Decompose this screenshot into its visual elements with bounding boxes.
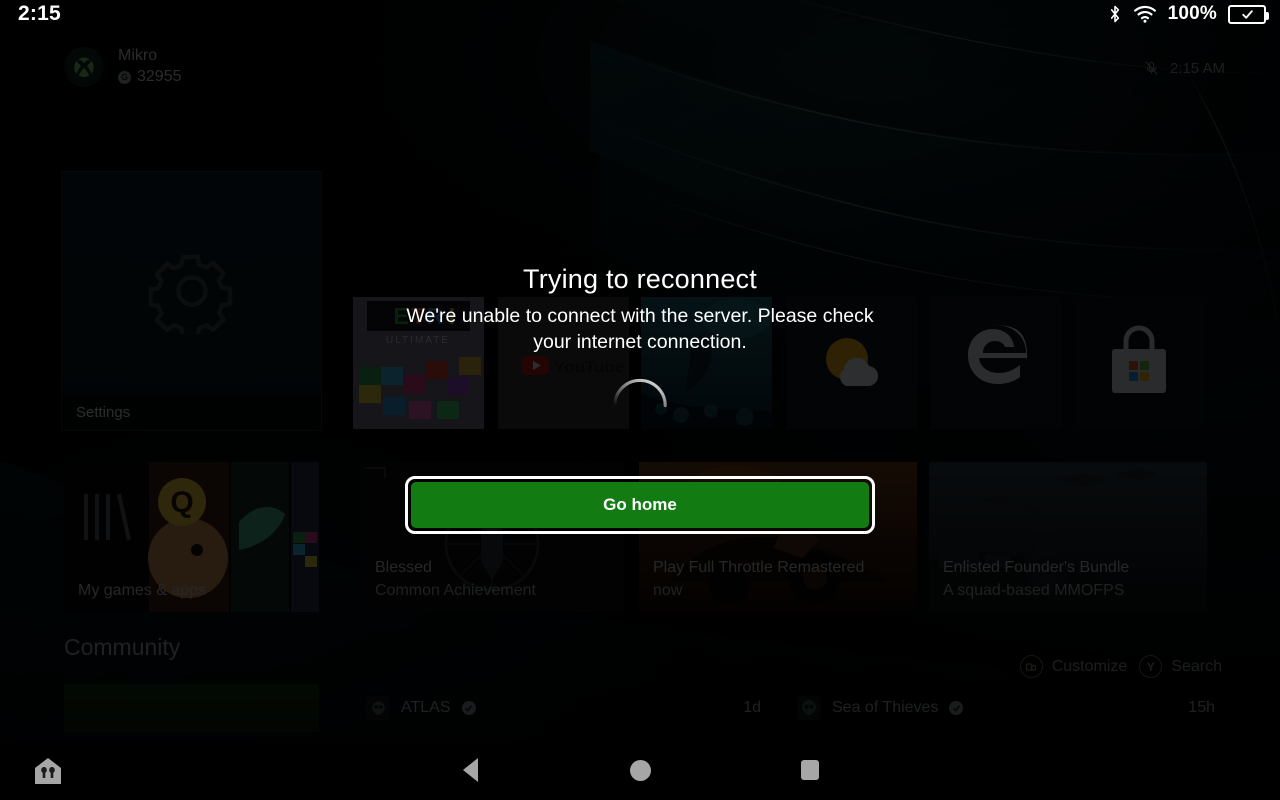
reconnect-dialog: Trying to reconnect We're unable to conn… bbox=[0, 0, 1280, 740]
screen-root: Mikro G 32955 2:15 AM Settings bbox=[0, 0, 1280, 800]
dialog-message: We're unable to connect with the server.… bbox=[406, 305, 874, 353]
bluetooth-icon bbox=[1110, 5, 1119, 23]
home-icon[interactable] bbox=[580, 740, 700, 800]
back-icon[interactable] bbox=[410, 740, 530, 800]
app-home-icon[interactable] bbox=[33, 757, 63, 785]
battery-charged-icon bbox=[1228, 4, 1269, 24]
recents-icon[interactable] bbox=[750, 740, 870, 800]
status-bar-icons: 100% bbox=[1108, 3, 1269, 25]
go-home-button[interactable]: Go home bbox=[411, 482, 869, 528]
status-bar-clock: 2:15 bbox=[18, 2, 61, 25]
battery-percent: 100% bbox=[1167, 3, 1217, 24]
loading-spinner-icon bbox=[613, 378, 667, 408]
go-home-focus-ring: Go home bbox=[405, 476, 875, 534]
wifi-icon bbox=[1133, 5, 1156, 23]
dialog-title: Trying to reconnect bbox=[523, 264, 757, 294]
android-status-bar: 2:15 100% bbox=[0, 0, 1280, 34]
android-nav-bar bbox=[0, 740, 1280, 800]
